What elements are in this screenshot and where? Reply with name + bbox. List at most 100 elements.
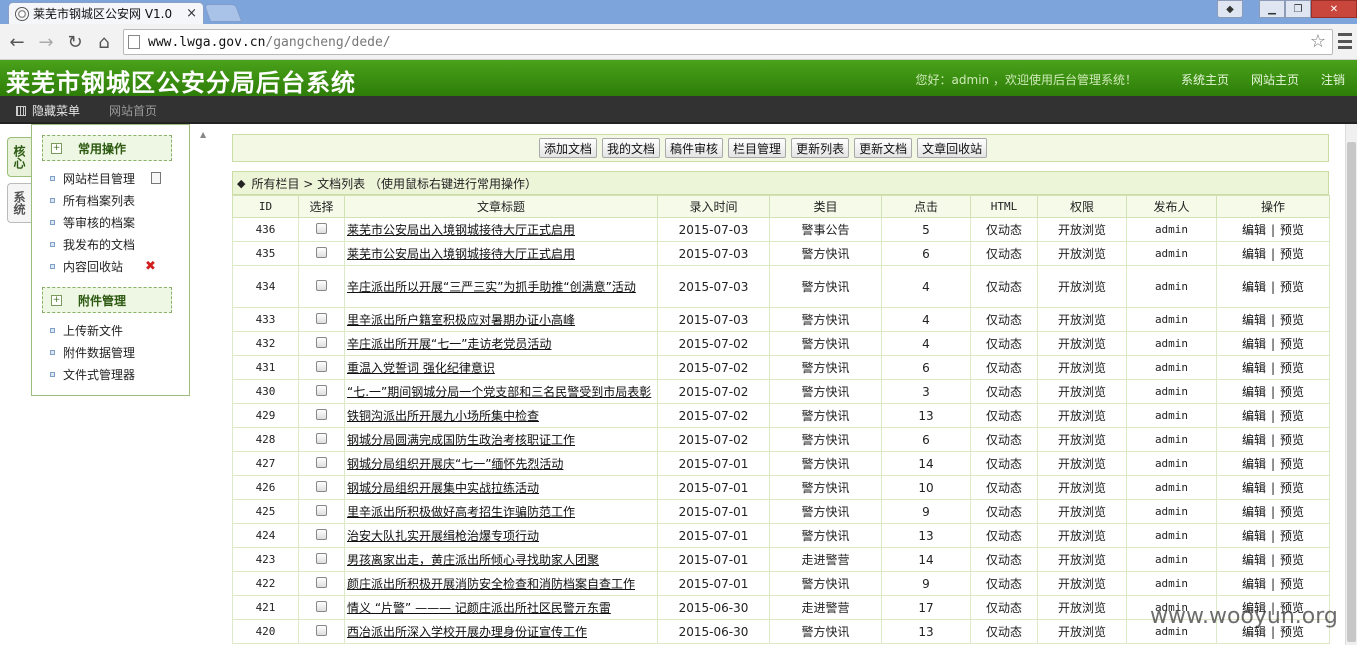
row-checkbox[interactable] bbox=[316, 480, 327, 492]
table-row[interactable]: 435 莱芜市公安局出入境钢城接待大厅正式启用 2015-07-03 警方快讯 6 仅动态… bbox=[232, 241, 1330, 266]
row-checkbox[interactable] bbox=[316, 528, 327, 540]
tab-close-icon[interactable]: × bbox=[186, 6, 197, 21]
edit-link[interactable]: 编辑 bbox=[1242, 337, 1266, 351]
table-row[interactable]: 426 钢城分局组织开展集中实战拉练活动 2015-07-01 警方快讯 10 仅动态 开放… bbox=[232, 475, 1330, 500]
sidebar-item-pending-review[interactable]: 等审核的档案 bbox=[50, 211, 189, 233]
preview-link[interactable]: 预览 bbox=[1280, 361, 1304, 375]
row-checkbox[interactable] bbox=[316, 360, 327, 372]
table-row[interactable]: 422 颜庄派出所积极开展消防安全检查和消防档案自查工作 2015-07-01 警方快… bbox=[232, 571, 1330, 596]
edit-link[interactable]: 编辑 bbox=[1242, 280, 1266, 294]
row-checkbox[interactable] bbox=[316, 624, 327, 636]
maximize-icon[interactable]: ❐ bbox=[1285, 0, 1311, 18]
scrollbar-thumb[interactable] bbox=[1347, 142, 1356, 642]
table-row[interactable]: 425 里辛派出所积极做好高考招生诈骗防范工作 2015-07-01 警方快讯 9 仅动态… bbox=[232, 499, 1330, 524]
row-checkbox[interactable] bbox=[316, 408, 327, 420]
row-checkbox[interactable] bbox=[316, 456, 327, 468]
table-row[interactable]: 433 里辛派出所户籍室积极应对暑期办证小高峰 2015-07-03 警方快讯 4 仅动态… bbox=[232, 307, 1330, 332]
edit-link[interactable]: 编辑 bbox=[1242, 481, 1266, 495]
row-checkbox[interactable] bbox=[316, 552, 327, 564]
row-checkbox[interactable] bbox=[316, 504, 327, 516]
site-home-link[interactable]: 网站主页 bbox=[1251, 71, 1299, 88]
browser-menu-icon[interactable] bbox=[1338, 33, 1352, 49]
table-row[interactable]: 430 “七.一”期间钢城分局一个党支部和三名民警受到市局表彰 2015-07-02… bbox=[232, 379, 1330, 404]
update-list-button[interactable]: 更新列表 bbox=[791, 138, 850, 158]
article-title-link[interactable]: 铁铜沟派出所开展九小场所集中检查 bbox=[347, 409, 539, 423]
delete-x-icon[interactable]: ✖ bbox=[145, 259, 156, 274]
edit-link[interactable]: 编辑 bbox=[1242, 577, 1266, 591]
article-title-link[interactable]: 辛庄派出所以开展“三严三实”为抓手助推“创满意”活动 bbox=[347, 280, 636, 294]
sidebar-item-my-docs[interactable]: 我发布的文档 bbox=[50, 233, 189, 255]
preview-link[interactable]: 预览 bbox=[1280, 409, 1304, 423]
preview-link[interactable]: 预览 bbox=[1280, 553, 1304, 567]
row-checkbox[interactable] bbox=[316, 246, 327, 258]
system-home-link[interactable]: 系统主页 bbox=[1181, 71, 1229, 88]
article-title-link[interactable]: 情义 “片警” ——— 记颜庄派出所社区民警亓东雷 bbox=[347, 601, 611, 615]
add-document-button[interactable]: 添加文档 bbox=[539, 138, 598, 158]
home-icon[interactable]: ⌂ bbox=[92, 30, 116, 54]
preview-link[interactable]: 预览 bbox=[1280, 223, 1304, 237]
row-checkbox[interactable] bbox=[316, 600, 327, 612]
preview-link[interactable]: 预览 bbox=[1280, 280, 1304, 294]
review-button[interactable]: 稿件审核 bbox=[665, 138, 724, 158]
article-title-link[interactable]: 西冶派出所深入学校开展办理身份证宣传工作 bbox=[347, 625, 587, 639]
minimize-icon[interactable]: ▁ bbox=[1259, 0, 1285, 18]
preview-link[interactable]: 预览 bbox=[1280, 337, 1304, 351]
sidebar-item-all-archives[interactable]: 所有档案列表 bbox=[50, 189, 189, 211]
table-row[interactable]: 427 钢城分局组织开展庆“七一”缅怀先烈活动 2015-07-01 警方快讯 14 仅动… bbox=[232, 451, 1330, 476]
sidebar-item-upload[interactable]: 上传新文件 bbox=[50, 319, 189, 341]
edit-link[interactable]: 编辑 bbox=[1242, 247, 1266, 261]
hide-menu-button[interactable]: 隐藏菜单 bbox=[16, 102, 80, 119]
article-title-link[interactable]: 治安大队扎实开展缉枪治爆专项行动 bbox=[347, 529, 539, 543]
article-title-link[interactable]: 辛庄派出所开展“七一”走访老党员活动 bbox=[347, 337, 551, 351]
article-title-link[interactable]: 钢城分局组织开展庆“七一”缅怀先烈活动 bbox=[347, 457, 563, 471]
edit-link[interactable]: 编辑 bbox=[1242, 223, 1266, 237]
edit-link[interactable]: 编辑 bbox=[1242, 361, 1266, 375]
preview-link[interactable]: 预览 bbox=[1280, 481, 1304, 495]
sidebar-group-common[interactable]: + 常用操作 bbox=[42, 135, 172, 161]
tab-core[interactable]: 核心 bbox=[7, 137, 31, 177]
browser-tab[interactable]: 莱芜市钢城区公安网 V1.0 × bbox=[8, 2, 204, 24]
sidebar-item-attachment-data[interactable]: 附件数据管理 bbox=[50, 341, 189, 363]
column-manage-button[interactable]: 栏目管理 bbox=[728, 138, 787, 158]
sidebar-group-attachments[interactable]: + 附件管理 bbox=[42, 287, 172, 313]
table-row[interactable]: 429 铁铜沟派出所开展九小场所集中检查 2015-07-02 警方快讯 13 仅动态 开放… bbox=[232, 403, 1330, 428]
article-title-link[interactable]: 莱芜市公安局出入境钢城接待大厅正式启用 bbox=[347, 223, 575, 237]
article-title-link[interactable]: 里辛派出所户籍室积极应对暑期办证小高峰 bbox=[347, 313, 575, 327]
article-title-link[interactable]: 重温入党誓词 强化纪律意识 bbox=[347, 361, 495, 375]
preview-link[interactable]: 预览 bbox=[1280, 433, 1304, 447]
sidebar-item-file-manager[interactable]: 文件式管理器 bbox=[50, 363, 189, 385]
table-row[interactable]: 431 重温入党誓词 强化纪律意识 2015-07-02 警方快讯 6 仅动态 开放浏览 ad… bbox=[232, 355, 1330, 380]
recycle-bin-button[interactable]: 文章回收站 bbox=[917, 138, 988, 158]
preview-link[interactable]: 预览 bbox=[1280, 529, 1304, 543]
my-documents-button[interactable]: 我的文档 bbox=[602, 138, 661, 158]
document-icon[interactable] bbox=[151, 172, 162, 184]
preview-link[interactable]: 预览 bbox=[1280, 313, 1304, 327]
preview-link[interactable]: 预览 bbox=[1280, 577, 1304, 591]
article-title-link[interactable]: 钢城分局圆满完成国防生政治考核职证工作 bbox=[347, 433, 575, 447]
row-checkbox[interactable] bbox=[316, 279, 327, 291]
edit-link[interactable]: 编辑 bbox=[1242, 313, 1266, 327]
row-checkbox[interactable] bbox=[316, 312, 327, 324]
table-row[interactable]: 432 辛庄派出所开展“七一”走访老党员活动 2015-07-02 警方快讯 4 仅动态开… bbox=[232, 331, 1330, 356]
edit-link[interactable]: 编辑 bbox=[1242, 457, 1266, 471]
scroll-up-arrow-icon[interactable]: ▲ bbox=[200, 130, 206, 139]
sidebar-item-recycle-bin[interactable]: 内容回收站 ✖ bbox=[50, 255, 189, 277]
bookmark-star-icon[interactable]: ☆ bbox=[1310, 31, 1326, 52]
article-title-link[interactable]: 钢城分局组织开展集中实战拉练活动 bbox=[347, 481, 539, 495]
table-row[interactable]: 428 钢城分局圆满完成国防生政治考核职证工作 2015-07-02 警方快讯 6 仅动态… bbox=[232, 427, 1330, 452]
edit-link[interactable]: 编辑 bbox=[1242, 409, 1266, 423]
edit-link[interactable]: 编辑 bbox=[1242, 433, 1266, 447]
article-title-link[interactable]: 男孩离家出走，黄庄派出所倾心寻找助家人团聚 bbox=[347, 553, 599, 567]
page-scrollbar[interactable] bbox=[1345, 124, 1357, 645]
edit-link[interactable]: 编辑 bbox=[1242, 553, 1266, 567]
edit-link[interactable]: 编辑 bbox=[1242, 505, 1266, 519]
sidebar-item-column-manage[interactable]: 网站栏目管理 bbox=[50, 167, 189, 189]
preview-link[interactable]: 预览 bbox=[1280, 505, 1304, 519]
article-title-link[interactable]: “七.一”期间钢城分局一个党支部和三名民警受到市局表彰 bbox=[347, 385, 651, 399]
reload-icon[interactable]: ↻ bbox=[63, 30, 87, 54]
article-title-link[interactable]: 颜庄派出所积极开展消防安全检查和消防档案自查工作 bbox=[347, 577, 635, 591]
row-checkbox[interactable] bbox=[316, 432, 327, 444]
back-arrow-icon[interactable]: ← bbox=[5, 30, 29, 54]
row-checkbox[interactable] bbox=[316, 336, 327, 348]
table-row[interactable]: 424 治安大队扎实开展缉枪治爆专项行动 2015-07-01 警方快讯 13 仅动态 开放… bbox=[232, 523, 1330, 548]
